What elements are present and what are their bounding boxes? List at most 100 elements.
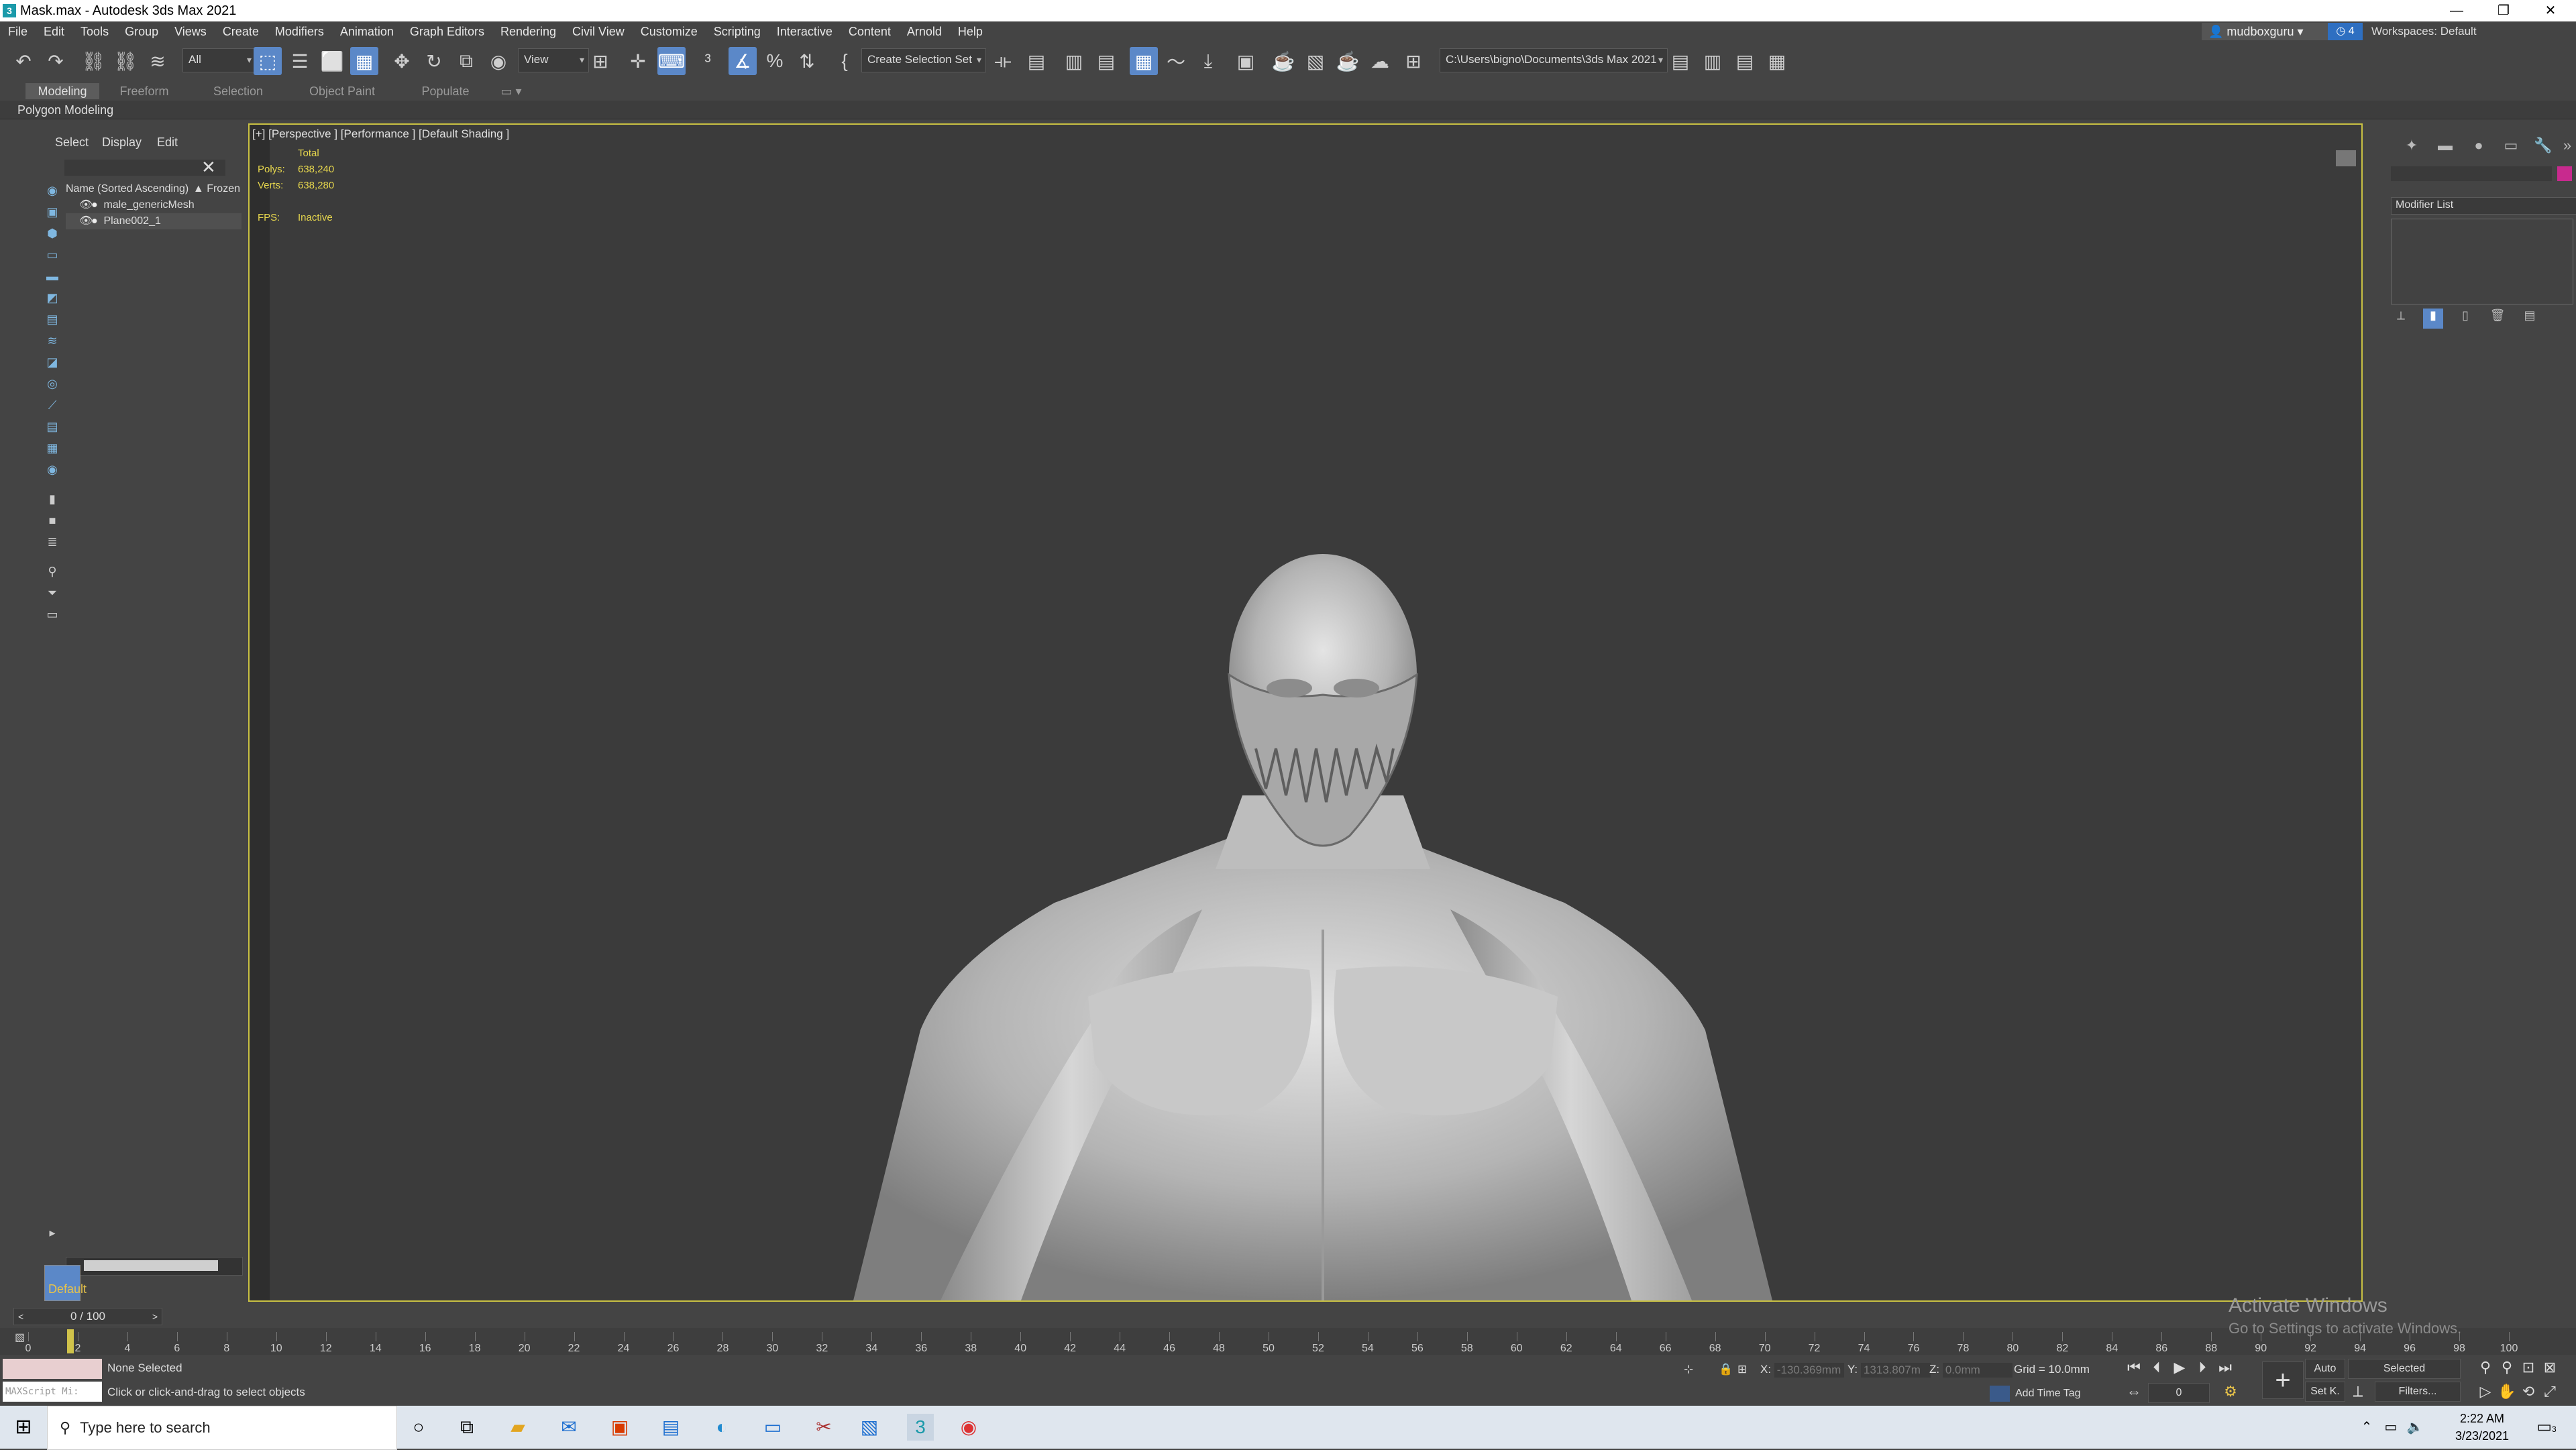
close-button[interactable]: ✕ <box>2527 0 2574 21</box>
ribbon-panel-polygon-modeling[interactable]: Polygon Modeling <box>0 101 2576 119</box>
remove-modifier-icon[interactable]: 🗑 <box>2487 309 2508 329</box>
motion-tab-icon[interactable]: ▭ <box>2501 137 2521 157</box>
menu-file[interactable]: File <box>0 25 36 39</box>
goto-start-icon[interactable]: ⏮ <box>2124 1357 2144 1378</box>
panel-expand-icon[interactable]: » <box>2557 137 2576 157</box>
scene-row[interactable]: 👁● Plane002_1 <box>66 213 241 229</box>
selection-filter-dropdown[interactable]: All <box>182 48 256 72</box>
snaps-toggle-icon[interactable]: ³ <box>694 47 722 75</box>
open-explorer-icon[interactable]: ▤ <box>1666 47 1695 75</box>
configure-modifier-sets-icon[interactable]: ▤ <box>2520 309 2540 329</box>
office-icon[interactable]: ▣ <box>606 1414 633 1441</box>
menu-civil-view[interactable]: Civil View <box>564 25 633 39</box>
zoom-icon[interactable]: ⚲ <box>2475 1357 2496 1378</box>
store-icon[interactable]: ▭ <box>759 1414 786 1441</box>
file-explorer-icon[interactable]: ▰ <box>504 1414 531 1441</box>
unlink-icon[interactable]: ⛓ <box>111 47 140 75</box>
maxscript-output[interactable] <box>3 1359 102 1379</box>
rendered-frame-window-icon[interactable]: ▧ <box>1301 47 1330 75</box>
pan-view-icon[interactable]: ✋ <box>2497 1382 2517 1402</box>
redo-icon[interactable]: ↷ <box>42 47 70 75</box>
volume-icon[interactable]: 🔈 <box>2402 1414 2428 1441</box>
show-end-result-icon[interactable]: ▮ <box>2423 309 2443 329</box>
project-icon[interactable]: ▤ <box>1731 47 1759 75</box>
default-in-out-tangent-icon[interactable]: ⟂ <box>2348 1382 2368 1402</box>
filter-spacewarps-icon[interactable]: ≋ <box>44 334 60 349</box>
zoom-extents-all-icon[interactable]: ⊠ <box>2540 1357 2560 1378</box>
zoom-all-icon[interactable]: ⚲ <box>2497 1357 2517 1378</box>
set-key-icon[interactable]: + <box>2262 1361 2304 1399</box>
scene-explorer-toggle-icon[interactable]: ▥ <box>1060 47 1088 75</box>
tab-modeling[interactable]: Modeling <box>25 83 99 99</box>
field-of-view-icon[interactable]: ▷ <box>2475 1382 2496 1402</box>
filter-xrefs-icon[interactable]: ◎ <box>44 377 60 392</box>
filter-groups-icon[interactable]: ◪ <box>44 355 60 370</box>
tab-object-paint[interactable]: Object Paint <box>302 83 382 99</box>
edit-named-selection-icon[interactable]: { <box>830 47 859 75</box>
app-icon[interactable]: ▤ <box>657 1414 684 1441</box>
z-coordinate-field[interactable]: 0.0mm <box>1942 1362 2012 1378</box>
move-icon[interactable]: ✥ <box>388 47 416 75</box>
sync-selection-icon[interactable]: ▮ <box>44 492 60 507</box>
explorer-horizontal-scrollbar[interactable] <box>66 1257 243 1276</box>
project-folder-dropdown[interactable]: C:\Users\bigno\Documents\3ds Max 2021 <box>1440 48 1668 72</box>
filter-cameras-icon[interactable]: ◩ <box>44 291 60 306</box>
column-frozen-header[interactable]: ▲ Frozen <box>193 181 240 197</box>
previous-frame-icon[interactable]: ⏴ <box>2147 1357 2167 1378</box>
menu-content[interactable]: Content <box>841 25 899 39</box>
mail-icon[interactable]: ✉ <box>555 1414 582 1441</box>
schematic-view-icon[interactable]: ⤓ <box>1194 47 1222 75</box>
menu-views[interactable]: Views <box>166 25 215 39</box>
orbit-icon[interactable]: ⟲ <box>2518 1382 2538 1402</box>
menu-edit[interactable]: Edit <box>36 25 72 39</box>
object-name-input[interactable] <box>2391 166 2552 181</box>
maximize-viewport-icon[interactable]: ⤢ <box>2540 1382 2560 1402</box>
account-dropdown[interactable]: 👤 mudboxguru ▾ <box>2202 23 2329 40</box>
display-all-icon[interactable]: ▣ <box>44 205 60 220</box>
utilities-tab-icon[interactable]: 🔧 <box>2533 137 2553 157</box>
named-selection-dropdown[interactable]: Create Selection Set <box>861 48 986 72</box>
window-crossing-icon[interactable]: ▦ <box>350 47 378 75</box>
select-all-icon[interactable]: ■ <box>44 514 60 528</box>
hierarchy-tab-icon[interactable]: ● <box>2469 137 2489 157</box>
curve-editor-icon[interactable]: 〜 <box>1162 47 1190 75</box>
select-manipulate-icon[interactable]: ✛ <box>624 47 652 75</box>
select-object-icon[interactable]: ⬚ <box>254 47 282 75</box>
explorer-tab-display[interactable]: Display <box>102 135 142 150</box>
select-by-name-icon[interactable]: ☰ <box>286 47 314 75</box>
spinner-snap-icon[interactable]: ⇅ <box>793 47 821 75</box>
filter-frozen-icon[interactable]: ▦ <box>44 441 60 456</box>
tab-freeform[interactable]: Freeform <box>107 83 181 99</box>
current-frame-field[interactable]: 0 <box>2148 1383 2210 1403</box>
display-none-icon[interactable]: ◉ <box>44 184 60 199</box>
render-dot-icon[interactable]: ● <box>91 213 101 229</box>
scrollbar-thumb[interactable] <box>84 1260 218 1271</box>
render-dot-icon[interactable]: ● <box>91 197 101 213</box>
tools-app-icon[interactable]: ✂ <box>810 1414 837 1441</box>
mini-curve-editor-icon[interactable]: ▧ <box>15 1331 25 1344</box>
task-view-icon[interactable]: ⧉ <box>453 1414 480 1441</box>
list-icon[interactable]: ≣ <box>44 535 60 550</box>
menu-rendering[interactable]: Rendering <box>492 25 564 39</box>
selection-lock-icon[interactable]: 🔒 <box>1719 1361 1733 1378</box>
time-tag-icon[interactable] <box>1990 1386 2010 1402</box>
windows-start-icon[interactable]: ⊞ <box>0 1406 47 1449</box>
object-color-swatch[interactable] <box>2557 166 2572 181</box>
pin-stack-icon[interactable]: ⟂ <box>2391 309 2411 329</box>
explorer-tab-edit[interactable]: Edit <box>157 135 178 150</box>
tab-populate[interactable]: Populate <box>405 83 486 99</box>
edge-browser-icon[interactable]: ◐ <box>708 1414 735 1441</box>
place-icon[interactable]: ◉ <box>484 47 513 75</box>
render-in-cloud-icon[interactable]: ☁ <box>1366 47 1394 75</box>
absolute-mode-icon[interactable]: ⊞ <box>1737 1361 1747 1378</box>
visibility-eye-icon[interactable]: 👁 <box>79 213 93 229</box>
find-icon[interactable]: ⚲ <box>44 565 60 579</box>
explorer-tab-select[interactable]: Select <box>55 135 89 150</box>
modifier-stack[interactable] <box>2391 219 2573 304</box>
notifications-button[interactable]: ◷ 4 <box>2328 23 2363 40</box>
menu-create[interactable]: Create <box>215 25 267 39</box>
scene-row[interactable]: 👁● male_genericMesh <box>66 197 241 213</box>
next-frame-icon[interactable]: > <box>152 1308 158 1325</box>
set-key-button[interactable]: Set K. <box>2305 1382 2345 1402</box>
minimize-button[interactable]: — <box>2433 0 2480 21</box>
